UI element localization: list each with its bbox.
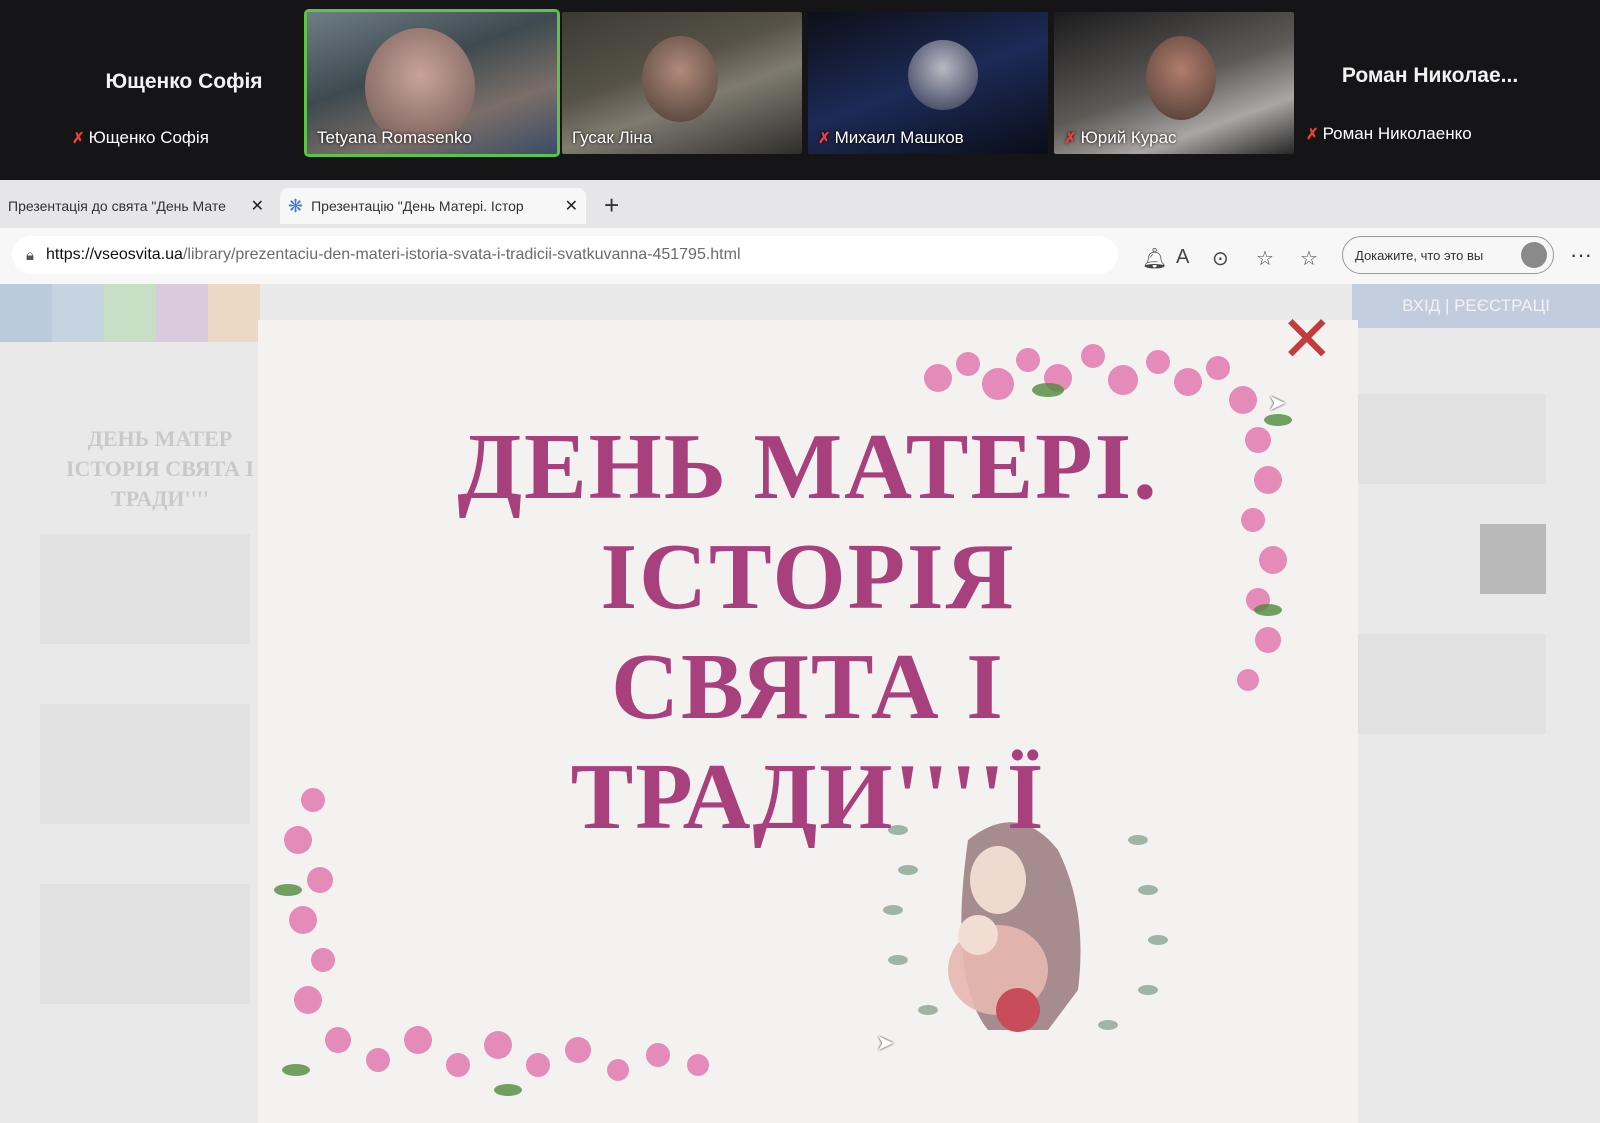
tab-label: Презентація до свята "День Мате (8, 198, 226, 214)
participant-tile[interactable]: ✗ Юрий Курас (1054, 12, 1294, 154)
participant-caption: ✗ Роман Николаенко (1306, 124, 1472, 144)
participant-name: Гусак Ліна (572, 128, 653, 147)
participant-tile[interactable]: Ющенко Софія ✗ Ющенко Софія (64, 12, 304, 154)
browser-window: Презентація до свята "День Мате ✕ ❋ През… (0, 180, 1600, 1123)
nav-icon[interactable] (156, 284, 208, 342)
participant-tile-active[interactable]: Tetyana Romasenko (304, 9, 560, 157)
slide-title-line: СВЯТА І (611, 635, 1005, 739)
participant-name: Tetyana Romasenko (317, 128, 472, 147)
tab-presentation-1[interactable]: Презентація до свята "День Мате ✕ (0, 188, 272, 224)
background-thumbnail (40, 884, 250, 1004)
background-thumbnail (1480, 524, 1546, 594)
background-thumbnail (40, 704, 250, 824)
participant-caption: Гусак Ліна (572, 128, 652, 148)
lock-icon: 🔒︎ (26, 246, 34, 264)
slide-title: ДЕНЬ МАТЕРІ. ІСТОРІЯ СВЯТА І ТРАДИ''''Ї (258, 412, 1358, 852)
participant-name: Роман Николаенко (1322, 124, 1472, 143)
site-favicon-icon: ❋ (288, 195, 304, 216)
participant-name: Ющенко Софія (88, 128, 209, 147)
avatar (1521, 242, 1547, 268)
close-tab-icon[interactable]: ✕ (251, 196, 264, 216)
participant-strip: Ющенко Софія ✗ Ющенко Софія Tetyana Roma… (0, 0, 1600, 180)
participant-display-name: Роман Николае... (1341, 64, 1519, 87)
nav-icon[interactable] (52, 284, 104, 342)
favorite-star-icon[interactable]: ☆ (1256, 246, 1274, 271)
slide-title-line: ТРАДИ''''Ї (570, 745, 1046, 849)
profile-label: Докажите, что это вы (1355, 247, 1484, 263)
nav-icon[interactable] (208, 284, 260, 342)
muted-mic-icon: ✗ (1064, 130, 1077, 147)
muted-mic-icon: ✗ (1306, 126, 1319, 143)
participant-caption: ✗ Михаил Машков (818, 128, 964, 148)
tab-label: Презентацію "День Матері. Істор (311, 198, 524, 214)
background-thumbnail (1356, 634, 1546, 734)
participant-tile[interactable]: Гусак Ліна (562, 12, 802, 154)
background-slide-title: ДЕНЬ МАТЕР ІСТОРІЯ СВЯТА І ТРАДИ'''' (65, 426, 255, 511)
participant-video (642, 36, 718, 122)
tab-bar: Презентація до свята "День Мате ✕ ❋ През… (0, 180, 1600, 228)
page-content: ВХІД | РЕЄСТРАЦІ ДЕНЬ МАТЕР ІСТОРІЯ СВЯТ… (0, 284, 1600, 1123)
participant-video (908, 40, 978, 110)
muted-mic-icon: ✗ (818, 130, 831, 147)
url-host: https://vseosvita.ua (45, 246, 183, 263)
browser-menu-icon[interactable]: ··· (1570, 242, 1592, 268)
translate-icon[interactable]: A (1176, 246, 1189, 269)
more-tools-icon[interactable]: ⊙ (1212, 246, 1229, 271)
slide-title-line: ІСТОРІЯ (600, 525, 1016, 629)
participant-tile[interactable]: ✗ Михаил Машков (808, 12, 1048, 154)
participant-tile[interactable]: Роман Николае... ✗ Роман Николаенко (1300, 12, 1560, 154)
login-register-button[interactable]: ВХІД | РЕЄСТРАЦІ (1352, 284, 1600, 328)
nav-icon[interactable] (104, 284, 156, 342)
participant-video (1146, 36, 1216, 120)
site-nav (0, 284, 260, 342)
participant-caption: Tetyana Romasenko (317, 128, 472, 148)
url-path: /library/prezentaciu-den-materi-istoria-… (182, 246, 741, 263)
mother-and-child-illustration (883, 822, 1168, 1032)
participant-name: Михаил Машков (834, 128, 964, 147)
profile-button[interactable]: Докажите, что это вы (1342, 236, 1554, 274)
url-field[interactable]: 🔒︎ https://vseosvita.ua/library/prezenta… (12, 236, 1118, 274)
new-tab-button[interactable]: + (604, 190, 619, 221)
background-thumbnail (40, 534, 250, 644)
bell-icon[interactable]: 🔔︎ (1142, 246, 1167, 271)
tab-presentation-2[interactable]: ❋ Презентацію "День Матері. Істор ✕ (280, 188, 586, 224)
address-bar: 🔒︎ https://vseosvita.ua/library/prezenta… (0, 228, 1600, 284)
background-thumbnail (1356, 394, 1546, 484)
close-tab-icon[interactable]: ✕ (565, 196, 578, 216)
participant-name: Юрий Курас (1080, 128, 1177, 147)
slide-preview[interactable]: ДЕНЬ МАТЕРІ. ІСТОРІЯ СВЯТА І ТРАДИ''''Ї (258, 320, 1358, 1123)
nav-icon[interactable] (0, 284, 52, 342)
mouse-cursor-icon: ➤ (876, 1030, 895, 1055)
participant-caption: ✗ Ющенко Софія (72, 128, 209, 148)
participant-display-name: Ющенко Софія (105, 70, 263, 93)
mouse-cursor-icon: ➤ (1268, 390, 1287, 415)
favorites-list-icon[interactable]: ☆ (1300, 246, 1318, 271)
participant-caption: ✗ Юрий Курас (1064, 128, 1177, 148)
slide-title-line: ДЕНЬ МАТЕРІ. (457, 415, 1159, 519)
muted-mic-icon: ✗ (72, 130, 85, 147)
close-icon[interactable]: ✕ (1280, 308, 1334, 372)
